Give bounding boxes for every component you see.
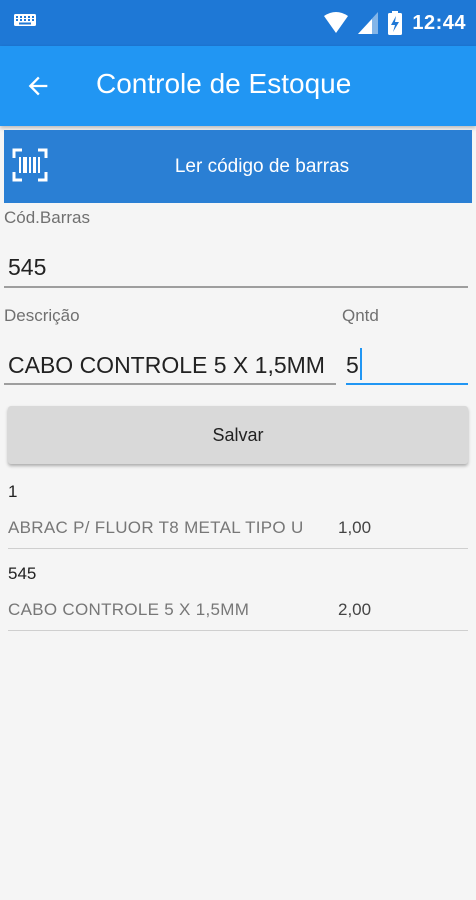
item-quantity: 1,00 — [338, 518, 372, 537]
item-description: ABRAC P/ FLUOR T8 METAL TIPO U — [8, 518, 304, 537]
item-divider — [8, 630, 468, 631]
item-quantity: 2,00 — [338, 600, 372, 619]
barcode-input[interactable] — [8, 252, 468, 282]
wifi-icon — [324, 12, 349, 33]
barcode-label: Cód.Barras — [4, 208, 90, 227]
description-label: Descrição — [4, 306, 80, 325]
item-code: 545 — [8, 564, 37, 583]
page-title: Controle de Estoque — [96, 68, 352, 99]
scan-barcode-label: Ler código de barras — [174, 156, 350, 177]
quantity-underline — [346, 383, 468, 385]
app-bar: Controle de Estoque — [0, 46, 476, 126]
item-code: 1 — [8, 482, 18, 501]
list-item[interactable]: 1 ABRAC P/ FLUOR T8 METAL TIPO U 1,00 — [0, 478, 476, 550]
status-bar: 12:44 — [0, 0, 476, 46]
barcode-underline — [4, 286, 468, 288]
quantity-input[interactable] — [346, 350, 468, 380]
status-time: 12:44 — [412, 11, 466, 34]
description-underline — [4, 383, 336, 385]
item-divider — [8, 548, 468, 549]
description-input[interactable] — [8, 350, 336, 380]
battery-charging-icon — [388, 11, 403, 35]
scan-barcode-button[interactable]: Ler código de barras — [4, 130, 472, 203]
quantity-label: Qntd — [342, 306, 379, 325]
text-cursor — [360, 348, 362, 380]
save-button[interactable]: Salvar — [8, 406, 468, 464]
signal-icon — [358, 12, 379, 34]
keyboard-icon — [14, 14, 36, 26]
arrow-back-icon[interactable] — [24, 72, 52, 100]
list-item[interactable]: 545 CABO CONTROLE 5 X 1,5MM 2,00 — [0, 558, 476, 631]
item-description: CABO CONTROLE 5 X 1,5MM — [8, 600, 250, 619]
